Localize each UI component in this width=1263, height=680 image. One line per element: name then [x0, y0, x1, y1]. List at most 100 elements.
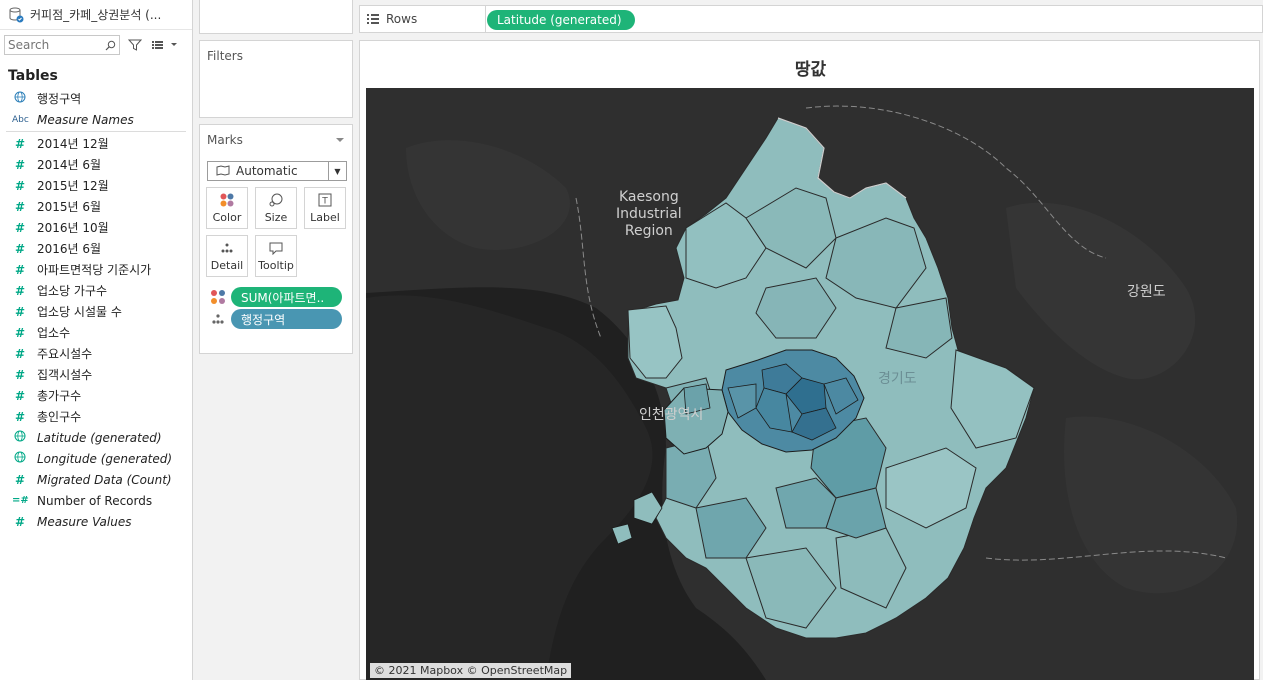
field-item[interactable]: #2016년 6월	[0, 238, 192, 259]
field-item[interactable]: # 총인구수	[0, 406, 192, 427]
rows-title: Rows	[386, 12, 418, 26]
sea-region	[366, 295, 653, 680]
field-name: 2016년 10월	[37, 221, 109, 235]
field-item[interactable]: #2014년 12월	[0, 133, 192, 154]
label-button[interactable]: T Label	[304, 187, 346, 229]
measure-icon: #	[14, 325, 26, 340]
data-pane: 커피점_카페_상권분석 (... Tables 행정구역	[0, 0, 193, 680]
field-name: 2016년 6월	[37, 242, 102, 256]
color-pill[interactable]: SUM(아파트면..	[231, 287, 342, 307]
datasource-icon	[8, 7, 24, 23]
color-icon	[220, 193, 234, 206]
field-name: 집객시설수	[37, 368, 93, 382]
field-item[interactable]: # Migrated Data (Count)	[0, 469, 192, 490]
map-view[interactable]: Kaesong Industrial Region 강원도 인천광역시 경기도 …	[366, 88, 1254, 680]
abc-icon: Abc	[12, 114, 29, 125]
mark-type-dropdown[interactable]: Automatic ▼	[207, 161, 347, 181]
datasource-name[interactable]: 커피점_카페_상권분석 (...	[30, 6, 161, 23]
field-name: 2014년 6월	[37, 158, 102, 172]
label-button-label: Label	[310, 210, 340, 224]
detail-icon	[212, 314, 224, 324]
dimension-list: 행정구역 Abc Measure Names	[0, 88, 192, 130]
field-name: Measure Names	[37, 112, 134, 127]
field-item[interactable]: #2015년 6월	[0, 196, 192, 217]
measure-icon: #	[14, 346, 26, 361]
field-item[interactable]: #2014년 6월	[0, 154, 192, 175]
field-item[interactable]: # 총가구수	[0, 385, 192, 406]
search-input[interactable]	[8, 38, 98, 52]
field-item[interactable]: # 업소당 가구수	[0, 280, 192, 301]
field-item[interactable]: # 주요시설수	[0, 343, 192, 364]
measure-icon: #	[14, 304, 26, 319]
globe-icon	[12, 430, 28, 445]
field-name: 2015년 6월	[37, 200, 102, 214]
field-item[interactable]: Latitude (generated)	[0, 427, 192, 448]
marks-menu-icon[interactable]	[335, 133, 345, 147]
field-name: 행정구역	[37, 92, 82, 106]
color-button-label: Color	[212, 210, 242, 224]
globe-icon	[12, 91, 28, 106]
rows-pill[interactable]: Latitude (generated)	[487, 10, 635, 30]
color-icon	[211, 290, 225, 304]
marks-header: Marks	[200, 125, 352, 147]
datasource-row[interactable]: 커피점_카페_상권분석 (...	[0, 0, 192, 30]
measure-icon: #	[14, 472, 26, 487]
field-item[interactable]: # 업소수	[0, 322, 192, 343]
tooltip-icon	[269, 242, 283, 255]
filter-icon[interactable]	[126, 36, 144, 54]
field-name: Measure Values	[37, 514, 132, 529]
map-label-kaesong: Kaesong Industrial Region	[616, 189, 682, 240]
divider	[6, 131, 186, 132]
field-name: 업소당 가구수	[37, 284, 108, 298]
detail-pill-row: 행정구역	[210, 309, 344, 329]
mark-type-label: Automatic	[236, 164, 298, 178]
field-item[interactable]: # Measure Values	[0, 511, 192, 532]
map-attribution[interactable]: © 2021 Mapbox © OpenStreetMap	[370, 663, 572, 678]
field-item[interactable]: =# Number of Records	[0, 490, 192, 511]
rows-shelf[interactable]: Rows Latitude (generated)	[359, 5, 1263, 33]
measure-list: #2014년 12월 #2014년 6월 #2015년 12월 #2015년 6월 #2…	[0, 133, 192, 532]
field-name: 총인구수	[37, 410, 82, 424]
field-name: 업소당 시설물 수	[37, 305, 122, 319]
field-name: Longitude (generated)	[37, 451, 173, 466]
globe-icon	[12, 451, 28, 466]
island-region[interactable]	[611, 523, 633, 545]
tooltip-button[interactable]: Tooltip	[255, 235, 297, 277]
map-label-gangwon: 강원도	[1127, 284, 1166, 300]
field-item[interactable]: #2016년 10월	[0, 217, 192, 238]
search-box[interactable]	[4, 35, 120, 55]
detail-pill[interactable]: 행정구역	[231, 309, 342, 329]
measure-icon: #	[14, 514, 26, 529]
filters-card[interactable]: Filters	[199, 40, 353, 118]
map-label-kaesong-text: Kaesong Industrial Region	[616, 189, 682, 239]
measure-icon: #	[14, 199, 26, 214]
rows-label: Rows	[366, 12, 417, 26]
detail-button[interactable]: Detail	[206, 235, 248, 277]
measure-icon: #	[14, 220, 26, 235]
field-item[interactable]: Abc Measure Names	[0, 109, 192, 130]
chevron-down-icon[interactable]: ▼	[328, 162, 346, 180]
field-name: 아파트면적당 기준시가	[37, 263, 152, 277]
svg-text:T: T	[321, 196, 328, 206]
viz-title[interactable]: 땅값	[360, 55, 1261, 80]
marks-title: Marks	[207, 133, 243, 147]
field-name: Migrated Data (Count)	[37, 472, 172, 487]
rows-icon	[367, 14, 379, 24]
size-icon	[269, 193, 283, 206]
field-item[interactable]: Longitude (generated)	[0, 448, 192, 469]
field-item[interactable]: # 아파트면적당 기준시가	[0, 259, 192, 280]
automatic-marks-icon	[216, 165, 230, 176]
view-options-icon[interactable]	[150, 36, 182, 54]
field-item[interactable]: 행정구역	[0, 88, 192, 109]
map-label-gyeonggi: 경기도	[878, 371, 917, 387]
map-label-incheon: 인천광역시	[639, 407, 704, 423]
measure-icon: #	[14, 178, 26, 193]
field-item[interactable]: #2015년 12월	[0, 175, 192, 196]
map-svg[interactable]	[366, 88, 1254, 680]
field-item[interactable]: # 업소당 시설물 수	[0, 301, 192, 322]
field-item[interactable]: # 집객시설수	[0, 364, 192, 385]
size-button[interactable]: Size	[255, 187, 297, 229]
measure-icon: #	[14, 136, 26, 151]
pages-card	[199, 0, 353, 34]
color-button[interactable]: Color	[206, 187, 248, 229]
